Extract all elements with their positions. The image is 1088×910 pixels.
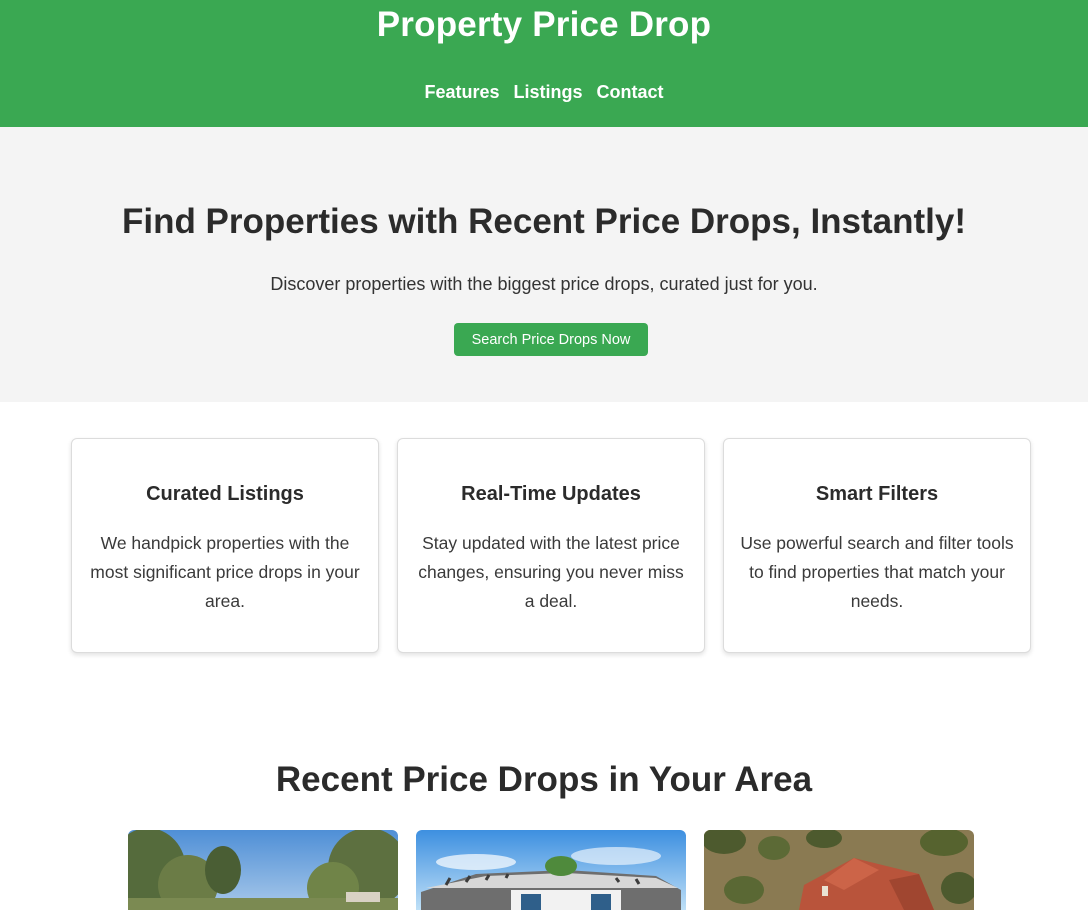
feature-title: Real-Time Updates xyxy=(461,483,641,505)
listing-card-photo-1[interactable] xyxy=(128,830,398,910)
listing-card-photo-3[interactable] xyxy=(704,830,974,910)
search-price-drops-button[interactable]: Search Price Drops Now xyxy=(454,323,648,356)
main-nav: Features Listings Contact xyxy=(0,82,1088,103)
nav-link-contact[interactable]: Contact xyxy=(597,82,664,103)
site-title: Property Price Drop xyxy=(376,5,712,44)
property-photo xyxy=(416,830,686,910)
property-photo xyxy=(704,830,974,910)
nav-link-features[interactable]: Features xyxy=(424,82,499,103)
site-header: Property Price Drop Features Listings Co… xyxy=(0,0,1088,127)
property-photo xyxy=(128,830,398,910)
hero-subtitle: Discover properties with the biggest pri… xyxy=(270,274,818,294)
listings-section-title: Recent Price Drops in Your Area xyxy=(275,760,813,799)
nav-link-listings[interactable]: Listings xyxy=(514,82,583,103)
hero-title: Find Properties with Recent Price Drops,… xyxy=(121,202,967,241)
feature-text: Use powerful search and filter tools to … xyxy=(740,533,1014,611)
feature-card-real-time-updates: Real-Time Updates Stay updated with the … xyxy=(397,438,705,653)
feature-title: Smart Filters xyxy=(815,483,939,505)
feature-text: Stay updated with the latest price chang… xyxy=(418,533,684,611)
feature-card-smart-filters: Smart Filters Use powerful search and fi… xyxy=(723,438,1031,653)
feature-text: We handpick properties with the most sig… xyxy=(90,533,360,611)
feature-title: Curated Listings xyxy=(146,483,304,505)
listing-card-photo-2[interactable] xyxy=(416,830,686,910)
feature-card-curated-listings: Curated Listings We handpick properties … xyxy=(71,438,379,653)
features-section: Curated Listings We handpick properties … xyxy=(0,402,1088,702)
hero-section: Find Properties with Recent Price Drops,… xyxy=(0,127,1088,402)
